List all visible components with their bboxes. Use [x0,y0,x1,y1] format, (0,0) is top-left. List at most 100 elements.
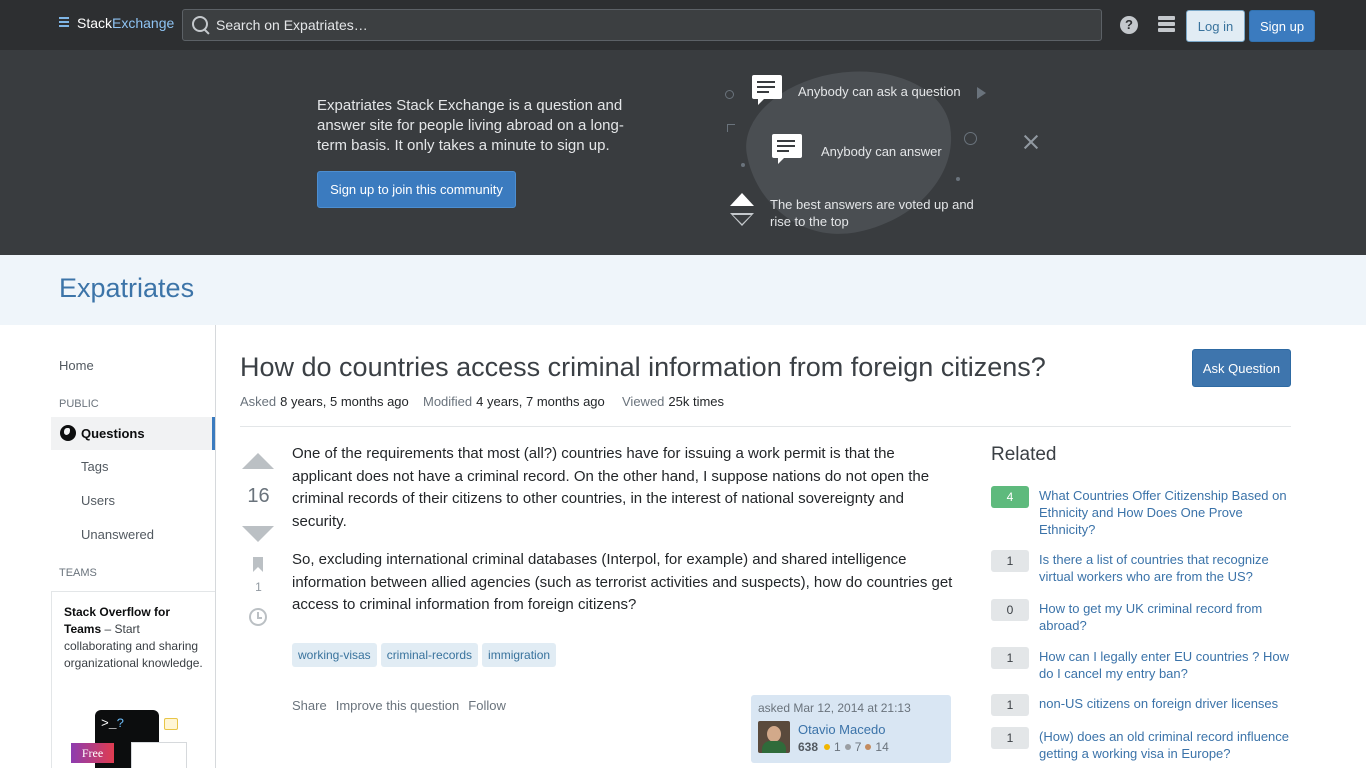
nav-questions-label: Questions [81,426,145,441]
asked-timestamp[interactable]: asked Mar 12, 2014 at 21:13 [758,701,944,715]
nav-home[interactable]: Home [59,358,94,373]
related-link[interactable]: What Countries Offer Citizenship Based o… [1039,487,1291,538]
upvote-button[interactable] [242,453,274,469]
related-score: 0 [991,599,1029,621]
tag-criminal-records[interactable]: criminal-records [380,643,479,667]
join-community-button[interactable]: Sign up to join this community [317,171,516,208]
left-sidebar: Home PUBLIC Questions Tags Users Unanswe… [0,325,216,768]
related-score: 4 [991,486,1029,508]
hero-feature-ask: Anybody can ask a question [798,84,961,99]
post-menu: Share Improve this question Follow [292,698,506,713]
improve-question-link[interactable]: Improve this question [336,698,460,713]
top-bar: StackExchange ? Log in Sign up [0,0,1366,50]
gold-badge-icon [824,744,831,750]
login-button[interactable]: Log in [1186,10,1245,42]
bronze-badge-icon [865,744,872,750]
tag-working-visas[interactable]: working-visas [292,643,377,667]
tag-immigration[interactable]: immigration [482,643,557,667]
logo-text-stack: Stack [77,15,113,31]
bronze-badge-count: 14 [875,740,889,754]
question-title[interactable]: How do countries access criminal informa… [240,350,1046,384]
decor-corner-icon [727,124,735,132]
nav-users[interactable]: Users [81,493,115,508]
author-name[interactable]: Otavio Macedo [798,722,885,737]
follow-link[interactable]: Follow [468,698,506,713]
meta-viewed: Viewed 25k times [622,394,724,409]
related-link[interactable]: non-US citizens on foreign driver licens… [1039,695,1291,712]
related-link[interactable]: Is there a list of countries that recogn… [1039,551,1291,585]
gold-badge-count: 1 [834,740,841,754]
ask-question-button[interactable]: Ask Question [1192,349,1291,387]
decor-triangle-icon [977,87,986,99]
search-input[interactable] [216,17,1076,33]
meta-modified-label: Modified [423,394,473,409]
header-divider [240,426,1291,427]
bookmark-count: 1 [255,580,262,594]
related-link[interactable]: How to get my UK criminal record from ab… [1039,600,1291,634]
answer-bubble-icon [772,134,802,164]
meta-viewed-label: Viewed [622,394,665,409]
site-header: Expatriates [0,255,1366,325]
hero-feature-voting: The best answers are voted up and rise t… [770,197,974,229]
question-body: One of the requirements that most (all?)… [292,443,954,633]
decor-dot-icon [956,177,960,181]
related-link[interactable]: How can I legally enter EU countries ? H… [1039,648,1291,682]
signup-button[interactable]: Sign up [1249,10,1315,42]
silver-badge-icon [844,744,851,750]
help-icon[interactable]: ? [1120,16,1138,34]
speech-bubble-icon [752,75,782,105]
hero-feature-answer: Anybody can answer [821,144,942,159]
upvote-arrow-icon [730,193,754,206]
site-switcher-icon[interactable] [1158,16,1175,33]
silver-badge-count: 7 [854,740,862,754]
nav-section-public: PUBLIC [59,398,99,410]
logo-text-exchange: Exchange [112,15,175,31]
teams-terminal-prompt: >_ [101,716,117,731]
related-score: 1 [991,727,1029,749]
question-paragraph: One of the requirements that most (all?)… [292,445,930,530]
stackexchange-logo[interactable]: Stack Exchange [59,15,174,31]
meta-asked: Asked 8 years, 5 months ago [240,394,409,409]
related-link[interactable]: (How) does an old criminal record influe… [1039,728,1291,762]
downvote-arrow-icon [730,213,754,226]
nav-section-teams: TEAMS [59,567,97,579]
related-heading: Related [991,444,1057,465]
nav-tags[interactable]: Tags [81,459,108,474]
nav-unanswered[interactable]: Unanswered [81,527,154,542]
reputation-score: 638 [798,740,819,754]
meta-viewed-value: 25k times [668,394,725,409]
avatar[interactable] [758,721,790,753]
related-score: 1 [991,550,1029,572]
author-stats: 638 1 7 14 [798,740,889,754]
globe-icon [60,425,76,441]
search-icon [192,16,210,34]
meta-modified: Modified 4 years, 7 months ago [423,394,605,409]
teams-promo-text: Stack Overflow for Teams – Start collabo… [64,604,204,672]
decor-circle-icon [964,132,977,145]
share-link[interactable]: Share [292,698,327,713]
decor-dot-icon [741,163,745,167]
downvote-button[interactable] [242,526,274,542]
meta-asked-label: Asked [240,394,277,409]
vote-count: 16 [247,485,270,507]
search-box[interactable] [182,9,1102,41]
nav-questions[interactable]: Questions [51,417,215,450]
related-score: 1 [991,647,1029,669]
decor-circle-icon [725,90,734,99]
site-title[interactable]: Expatriates [59,273,194,304]
question-tags: working-visas criminal-records immigrati… [292,643,557,667]
bookmark-icon[interactable] [253,557,263,572]
meta-asked-value[interactable]: 8 years, 5 months ago [280,394,409,409]
free-badge[interactable]: Free [71,743,114,763]
question-paragraph: So, excluding international criminal dat… [292,551,953,613]
teams-card-illustration [131,742,187,768]
history-icon[interactable] [249,608,267,626]
meta-modified-value[interactable]: 4 years, 7 months ago [476,394,605,409]
author-card: asked Mar 12, 2014 at 21:13 Otavio Maced… [751,695,951,763]
close-icon[interactable] [1022,133,1040,151]
related-score: 1 [991,694,1029,716]
stackexchange-logo-icon [59,16,71,30]
chat-note-icon [164,718,178,730]
teams-terminal-question: ? [116,716,125,731]
teams-promo: Stack Overflow for Teams – Start collabo… [51,591,215,768]
